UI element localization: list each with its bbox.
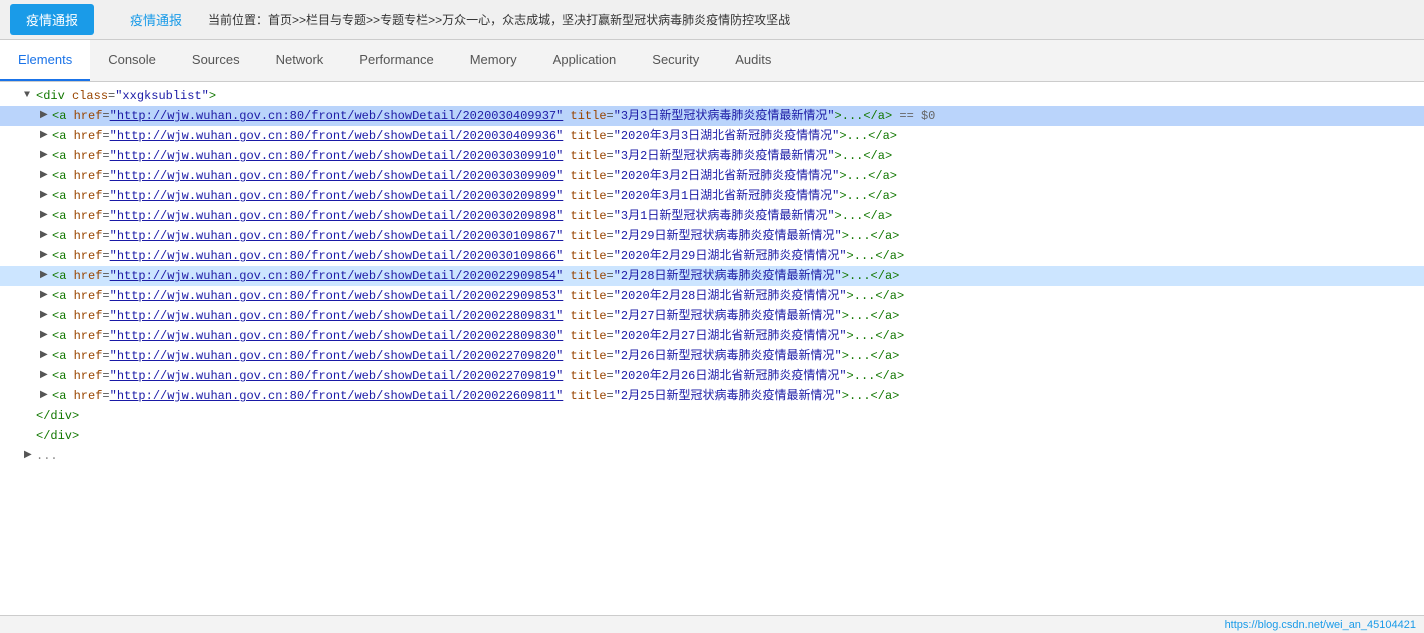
expand-triangle[interactable] [40,287,50,305]
dom-line-content: <a href="http://wjw.wuhan.gov.cn:80/fron… [52,167,897,185]
dom-line[interactable]: <a href="http://wjw.wuhan.gov.cn:80/fron… [0,386,1424,406]
tab-security[interactable]: Security [634,40,717,81]
dom-line[interactable]: <a href="http://wjw.wuhan.gov.cn:80/fron… [0,266,1424,286]
dom-line-content: <a href="http://wjw.wuhan.gov.cn:80/fron… [52,307,899,325]
dom-line-content: <a href="http://wjw.wuhan.gov.cn:80/fron… [52,227,899,245]
dom-line[interactable]: ... [0,446,1424,466]
tab-elements[interactable]: Elements [0,40,90,81]
dom-line-content: <a href="http://wjw.wuhan.gov.cn:80/fron… [52,267,899,285]
dom-line[interactable]: <a href="http://wjw.wuhan.gov.cn:80/fron… [0,106,1424,126]
tab-audits[interactable]: Audits [717,40,789,81]
dom-line-content: <a href="http://wjw.wuhan.gov.cn:80/fron… [52,207,892,225]
dom-line[interactable]: <a href="http://wjw.wuhan.gov.cn:80/fron… [0,226,1424,246]
dom-line-content: <a href="http://wjw.wuhan.gov.cn:80/fron… [52,127,897,145]
dom-line-content: <a href="http://wjw.wuhan.gov.cn:80/fron… [52,287,904,305]
inactive-tab[interactable]: 疫情通报 [114,4,198,35]
devtools-tab-bar: Elements Console Sources Network Perform… [0,40,1424,82]
dom-line[interactable]: <a href="http://wjw.wuhan.gov.cn:80/fron… [0,246,1424,266]
status-bar: https://blog.csdn.net/wei_an_45104421 [0,615,1424,633]
dom-line-content: <a href="http://wjw.wuhan.gov.cn:80/fron… [52,107,935,125]
dom-line[interactable]: <a href="http://wjw.wuhan.gov.cn:80/fron… [0,306,1424,326]
expand-triangle[interactable] [40,327,50,345]
browser-tabs: 疫情通报 疫情通报 [10,4,198,35]
dom-line-content: <a href="http://wjw.wuhan.gov.cn:80/fron… [52,187,897,205]
dom-line[interactable]: <a href="http://wjw.wuhan.gov.cn:80/fron… [0,146,1424,166]
dom-line-content: <a href="http://wjw.wuhan.gov.cn:80/fron… [52,387,899,405]
dom-line-content: ... [36,447,58,465]
expand-triangle[interactable] [40,247,50,265]
expand-triangle[interactable] [40,267,50,285]
dom-line-content: <a href="http://wjw.wuhan.gov.cn:80/fron… [52,347,899,365]
status-link: https://blog.csdn.net/wei_an_45104421 [1225,619,1416,631]
tab-application[interactable]: Application [535,40,635,81]
expand-triangle[interactable] [40,167,50,185]
expand-triangle[interactable] [40,387,50,405]
dom-line[interactable]: <a href="http://wjw.wuhan.gov.cn:80/fron… [0,286,1424,306]
tab-memory[interactable]: Memory [452,40,535,81]
expand-triangle[interactable] [40,347,50,365]
dom-line-content: </div> [36,407,79,425]
dom-line[interactable]: </div> [0,426,1424,446]
dom-line-content: <a href="http://wjw.wuhan.gov.cn:80/fron… [52,247,904,265]
tab-sources[interactable]: Sources [174,40,258,81]
active-tab[interactable]: 疫情通报 [10,4,94,35]
tab-performance[interactable]: Performance [341,40,451,81]
expand-triangle[interactable] [24,447,34,465]
expand-triangle[interactable] [40,307,50,325]
expand-triangle[interactable] [40,207,50,225]
dom-line-content: <a href="http://wjw.wuhan.gov.cn:80/fron… [52,327,904,345]
dom-line-content: <a href="http://wjw.wuhan.gov.cn:80/fron… [52,147,892,165]
dom-line-content: </div> [36,427,79,445]
dom-line-content: <div class="xxgksublist"> [36,87,216,105]
browser-bar: 疫情通报 疫情通报 当前位置：首页>>栏目与专题>>专题专栏>>万众一心，众志成… [0,0,1424,40]
expand-triangle[interactable] [40,147,50,165]
devtools-content: <div class="xxgksublist"> <a href="http:/… [0,82,1424,615]
tab-console[interactable]: Console [90,40,174,81]
breadcrumb: 当前位置：首页>>栏目与专题>>专题专栏>>万众一心，众志成城，坚决打赢新型冠状… [208,11,1414,28]
expand-triangle[interactable] [40,107,50,125]
tab-network[interactable]: Network [258,40,342,81]
expand-triangle[interactable] [40,227,50,245]
dom-line[interactable]: <a href="http://wjw.wuhan.gov.cn:80/fron… [0,166,1424,186]
dom-line[interactable]: <a href="http://wjw.wuhan.gov.cn:80/fron… [0,206,1424,226]
dom-line[interactable]: <a href="http://wjw.wuhan.gov.cn:80/fron… [0,366,1424,386]
expand-triangle[interactable] [24,87,34,105]
dom-line[interactable]: <a href="http://wjw.wuhan.gov.cn:80/fron… [0,346,1424,366]
dom-line[interactable]: <a href="http://wjw.wuhan.gov.cn:80/fron… [0,326,1424,346]
dom-line[interactable]: <div class="xxgksublist"> [0,86,1424,106]
expand-triangle[interactable] [40,127,50,145]
dom-line-content: <a href="http://wjw.wuhan.gov.cn:80/fron… [52,367,904,385]
dom-line[interactable]: </div> [0,406,1424,426]
expand-triangle[interactable] [40,187,50,205]
dom-line[interactable]: <a href="http://wjw.wuhan.gov.cn:80/fron… [0,186,1424,206]
expand-triangle[interactable] [40,367,50,385]
dom-line[interactable]: <a href="http://wjw.wuhan.gov.cn:80/fron… [0,126,1424,146]
